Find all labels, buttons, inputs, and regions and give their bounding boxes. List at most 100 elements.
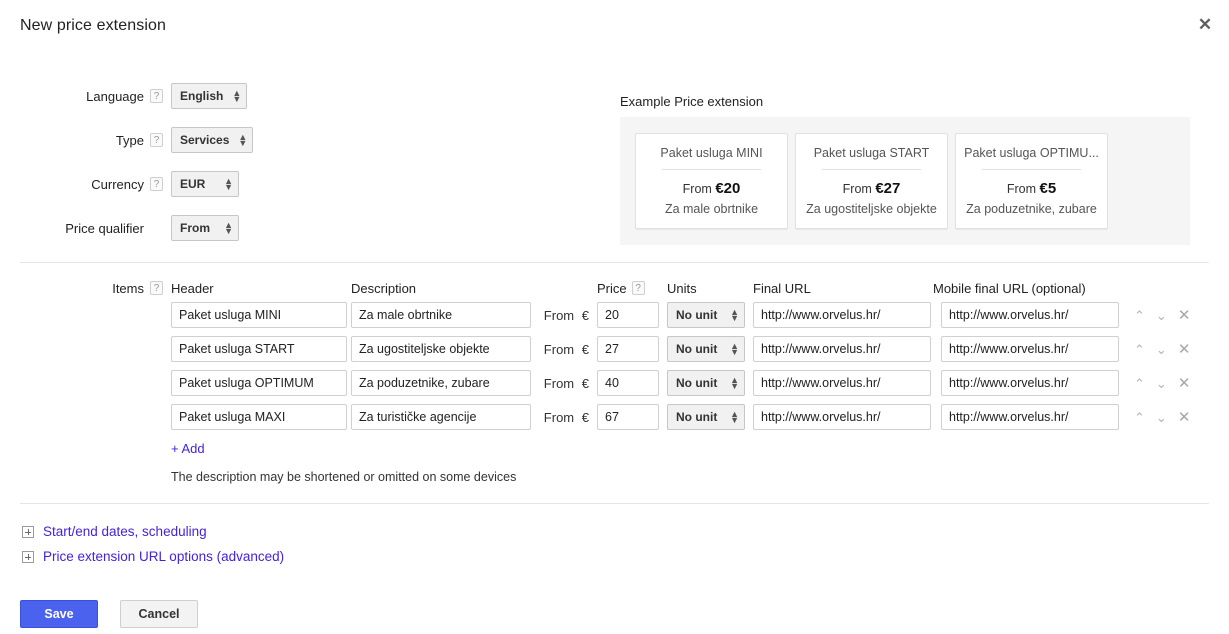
- label-type: Type: [115, 132, 144, 148]
- item-final-url-input[interactable]: [753, 404, 931, 430]
- example-card-qualifier: From: [842, 182, 872, 196]
- help-icon-placeholder: [150, 221, 163, 235]
- item-header-input[interactable]: [171, 370, 347, 396]
- delete-row-icon[interactable]: ✕: [1178, 342, 1191, 357]
- expander-label-start-end-dates[interactable]: Start/end dates, scheduling: [43, 524, 207, 539]
- table-row: From € No unit ▲▼ ⌃ ⌄ ✕: [0, 332, 1229, 366]
- cancel-button[interactable]: Cancel: [120, 600, 198, 628]
- chevron-down-icon[interactable]: ⌄: [1156, 411, 1167, 424]
- spinner-arrows-icon: ▲ ▼: [238, 132, 248, 148]
- price-qualifier-select-value: From: [180, 221, 210, 235]
- example-card-description: Za male obrtnike: [664, 202, 759, 216]
- plus-box-icon[interactable]: [22, 525, 34, 538]
- price-qualifier-select[interactable]: From ▲ ▼: [171, 215, 239, 241]
- item-price-input[interactable]: [597, 302, 659, 328]
- item-description-input[interactable]: [351, 336, 531, 362]
- item-header-input[interactable]: [171, 302, 347, 328]
- delete-row-icon[interactable]: ✕: [1178, 308, 1191, 323]
- example-preview: Example Price extension Paket usluga MIN…: [620, 94, 1190, 245]
- item-description-input[interactable]: [351, 404, 531, 430]
- label-language: Language: [86, 88, 144, 104]
- example-card-description: Za poduzetnike, zubare: [966, 202, 1097, 216]
- form-row-price-qualifier: Price qualifier From ▲ ▼: [0, 210, 600, 246]
- item-header-input[interactable]: [171, 336, 347, 362]
- row-qualifier: From: [543, 307, 575, 323]
- units-value: No unit: [676, 342, 718, 356]
- item-mobile-final-url-input[interactable]: [941, 302, 1119, 328]
- example-card-header: Paket usluga OPTIMU...: [964, 146, 1099, 160]
- item-header-input[interactable]: [171, 404, 347, 430]
- item-price-input[interactable]: [597, 370, 659, 396]
- help-icon-type[interactable]: ?: [150, 133, 163, 147]
- expander-start-end-dates[interactable]: Start/end dates, scheduling: [22, 524, 284, 539]
- chevron-up-icon[interactable]: ⌃: [1134, 377, 1145, 390]
- chevron-up-icon[interactable]: ⌃: [1134, 411, 1145, 424]
- item-mobile-final-url-input[interactable]: [941, 336, 1119, 362]
- save-button[interactable]: Save: [20, 600, 98, 628]
- example-card-description: Za ugostiteljske objekte: [806, 202, 937, 216]
- item-final-url-input[interactable]: [753, 336, 931, 362]
- chevron-down-icon[interactable]: ⌄: [1156, 343, 1167, 356]
- close-icon[interactable]: ✕: [1194, 14, 1216, 36]
- column-header-price: Price ?: [597, 281, 667, 296]
- example-card: Paket usluga MINI From €20 Za male obrtn…: [635, 133, 788, 229]
- spinner-arrows-icon: ▲ ▼: [730, 341, 739, 357]
- help-icon-items[interactable]: ?: [150, 281, 163, 295]
- label-currency: Currency: [91, 176, 144, 192]
- item-mobile-final-url-input[interactable]: [941, 370, 1119, 396]
- table-row: From € No unit ▲▼ ⌃ ⌄ ✕: [0, 366, 1229, 400]
- plus-box-icon[interactable]: [22, 550, 34, 563]
- units-value: No unit: [676, 308, 718, 322]
- item-final-url-input[interactable]: [753, 370, 931, 396]
- chevron-up-icon[interactable]: ⌃: [1134, 343, 1145, 356]
- divider: [982, 169, 1081, 170]
- language-select[interactable]: English ▲ ▼: [171, 83, 248, 109]
- chevron-up-icon[interactable]: ⌃: [1134, 309, 1145, 322]
- item-units-select[interactable]: No unit ▲ ▼: [667, 336, 745, 362]
- spinner-arrows-icon: ▲ ▼: [730, 375, 739, 391]
- item-units-select[interactable]: No unit ▲ ▼: [667, 404, 745, 430]
- column-header-final-url: Final URL: [753, 280, 811, 296]
- example-card-amount: €27: [875, 180, 901, 197]
- delete-row-icon[interactable]: ✕: [1178, 376, 1191, 391]
- form-row-currency: Currency ? EUR ▲ ▼: [0, 166, 600, 202]
- item-description-input[interactable]: [351, 302, 531, 328]
- item-units-select[interactable]: No unit ▲ ▼: [667, 302, 745, 328]
- example-card-price: From €27: [804, 180, 939, 197]
- dialog-footer: Save Cancel: [20, 600, 198, 628]
- example-card-qualifier: From: [682, 182, 712, 196]
- example-card-header: Paket usluga MINI: [660, 146, 763, 160]
- column-header-description: Description: [351, 280, 417, 296]
- row-qualifier: From: [543, 341, 575, 357]
- example-card: Paket usluga OPTIMU... From €5 Za poduze…: [955, 133, 1108, 229]
- price-qualifier-text: From €: [537, 308, 597, 323]
- example-card-price: From €5: [964, 180, 1099, 197]
- item-final-url-input[interactable]: [753, 302, 931, 328]
- row-qualifier: From: [543, 375, 575, 391]
- spinner-arrows-icon: ▲ ▼: [224, 176, 233, 192]
- item-price-input[interactable]: [597, 336, 659, 362]
- item-price-input[interactable]: [597, 404, 659, 430]
- currency-select[interactable]: EUR ▲ ▼: [171, 171, 239, 197]
- chevron-down-icon[interactable]: ⌄: [1156, 309, 1167, 322]
- item-units-select[interactable]: No unit ▲ ▼: [667, 370, 745, 396]
- chevron-down-icon[interactable]: ⌄: [1156, 377, 1167, 390]
- help-icon-language[interactable]: ?: [150, 89, 163, 103]
- column-header-mobile-final-url: Mobile final URL (optional): [933, 280, 1086, 296]
- item-description-input[interactable]: [351, 370, 531, 396]
- row-currency: €: [581, 307, 589, 323]
- expander-label-url-options[interactable]: Price extension URL options (advanced): [43, 549, 284, 564]
- delete-row-icon[interactable]: ✕: [1178, 410, 1191, 425]
- spinner-arrows-icon: ▲ ▼: [730, 409, 739, 425]
- help-icon-price[interactable]: ?: [631, 281, 645, 295]
- items-table: Items ? Header Description Price ? Units…: [0, 278, 1229, 485]
- divider-top: [20, 262, 1209, 263]
- page-title: New price extension: [20, 17, 166, 34]
- item-mobile-final-url-input[interactable]: [941, 404, 1119, 430]
- type-select[interactable]: Services ▲ ▼: [171, 127, 254, 153]
- help-icon-currency[interactable]: ?: [150, 177, 163, 191]
- expander-url-options[interactable]: Price extension URL options (advanced): [22, 549, 284, 564]
- table-row: From € No unit ▲▼ ⌃ ⌄ ✕: [0, 400, 1229, 434]
- add-item-link[interactable]: + Add: [171, 441, 205, 456]
- divider: [662, 169, 761, 170]
